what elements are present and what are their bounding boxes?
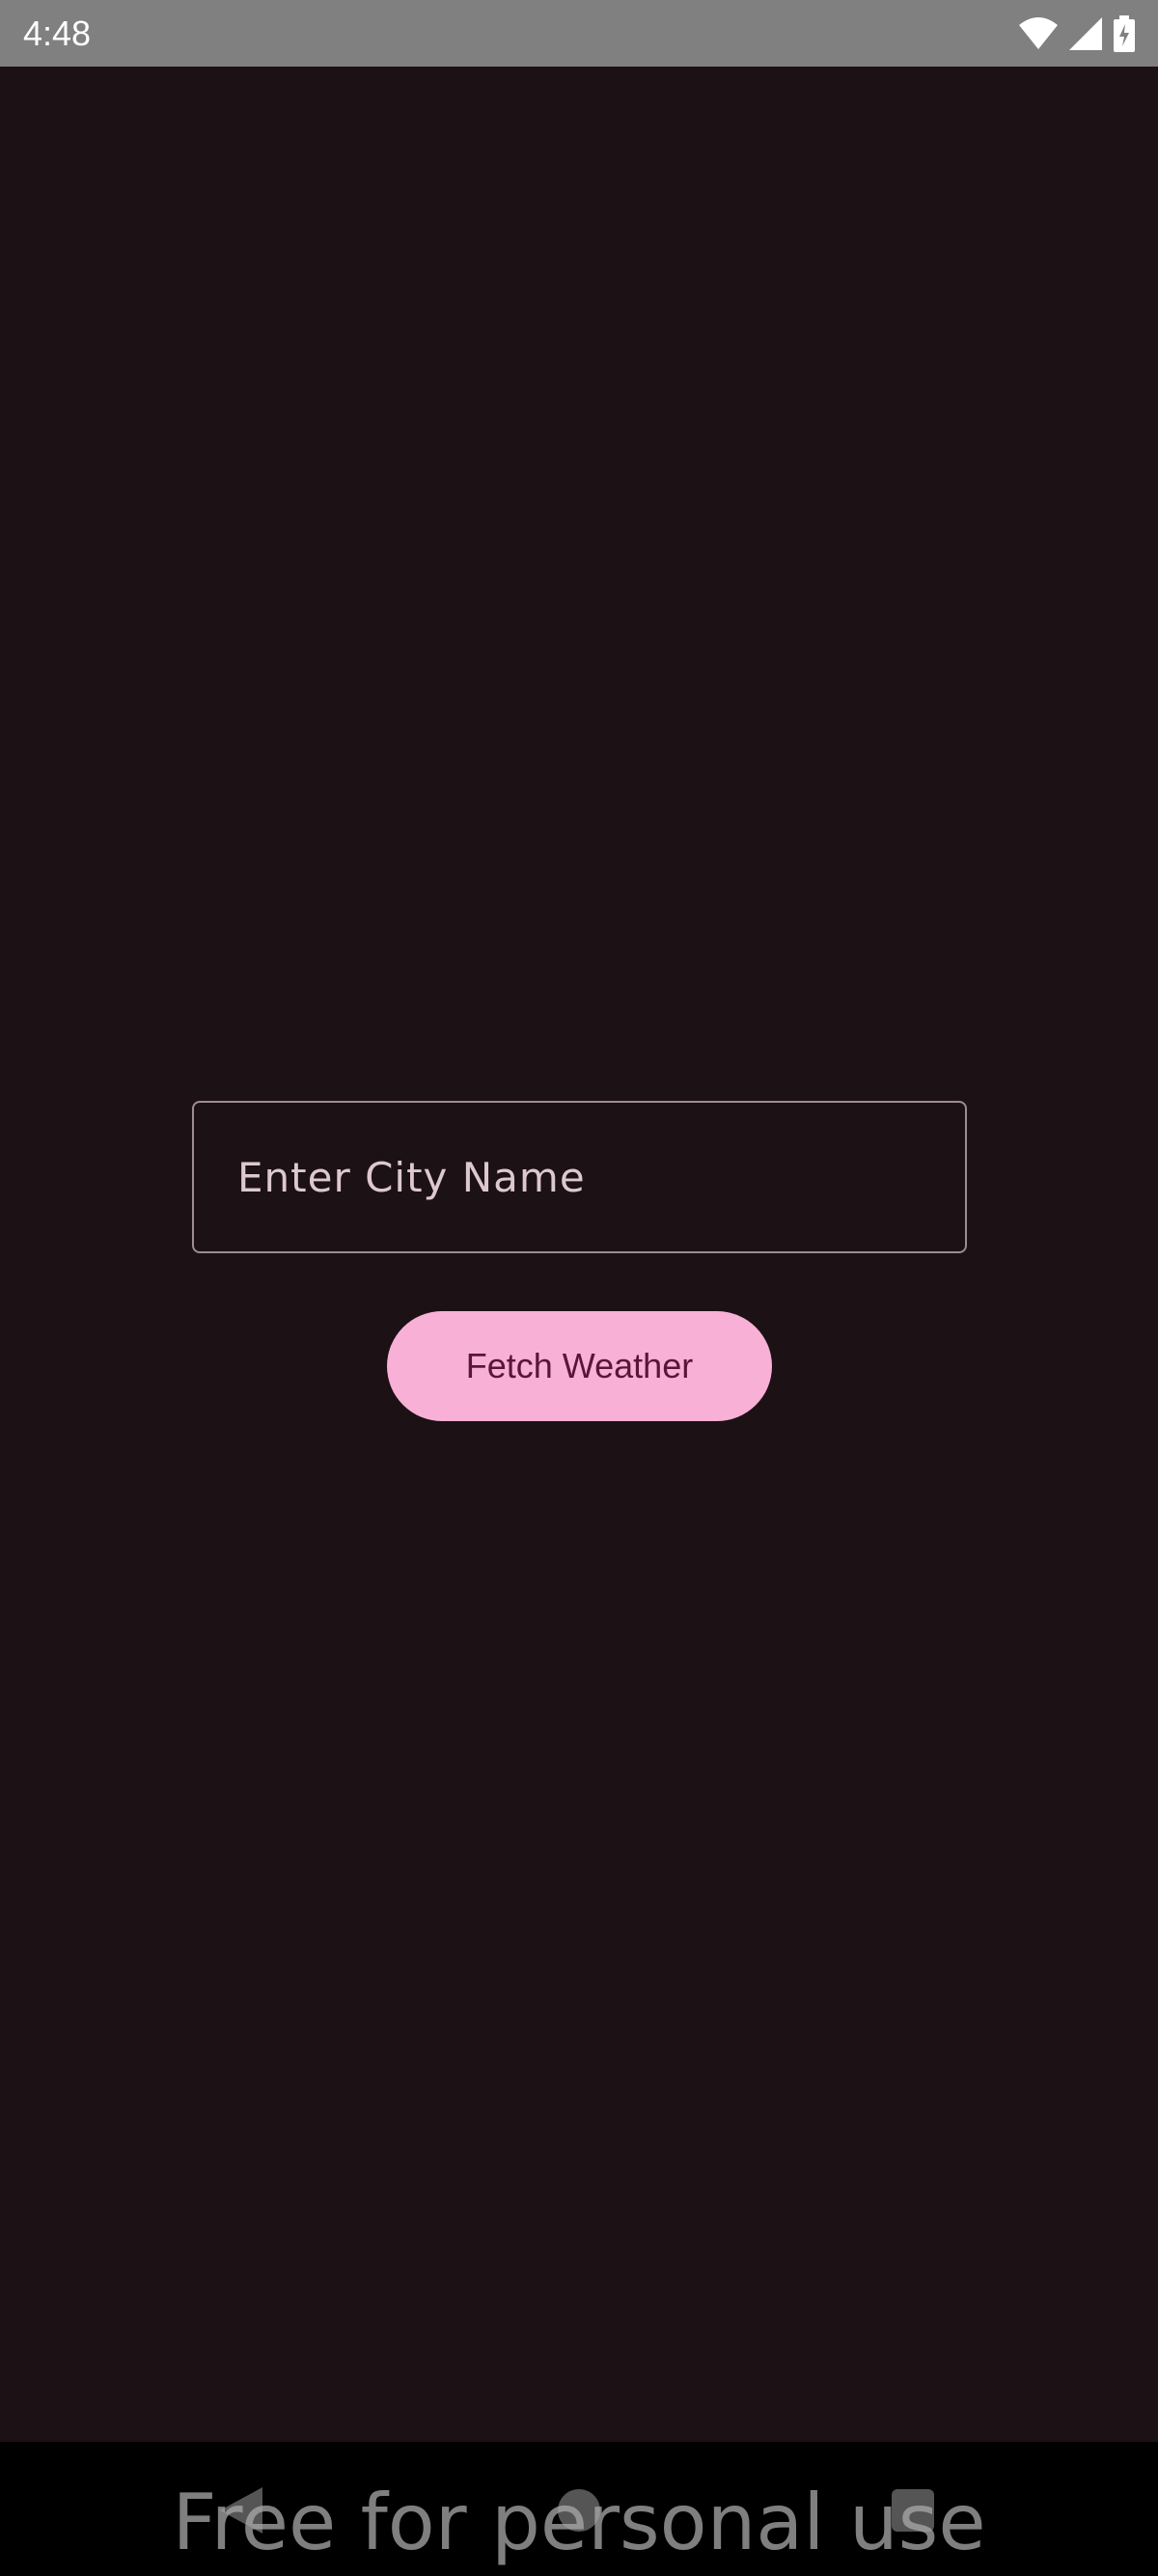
status-bar: 4:48 xyxy=(0,0,1158,67)
recents-icon[interactable] xyxy=(892,2489,934,2532)
back-icon[interactable] xyxy=(220,2487,262,2538)
wifi-icon xyxy=(1019,16,1058,50)
city-name-input[interactable] xyxy=(237,1103,965,1251)
app-screen: 4:48 Fetch Weather xyxy=(0,0,1158,2576)
status-time: 4:48 xyxy=(23,13,92,53)
fetch-weather-button[interactable]: Fetch Weather xyxy=(387,1311,772,1421)
cellular-signal-icon xyxy=(1069,16,1102,50)
city-name-field[interactable] xyxy=(192,1101,967,1253)
battery-charging-icon xyxy=(1114,14,1135,52)
home-icon[interactable] xyxy=(558,2489,600,2532)
status-icons xyxy=(1019,14,1135,52)
